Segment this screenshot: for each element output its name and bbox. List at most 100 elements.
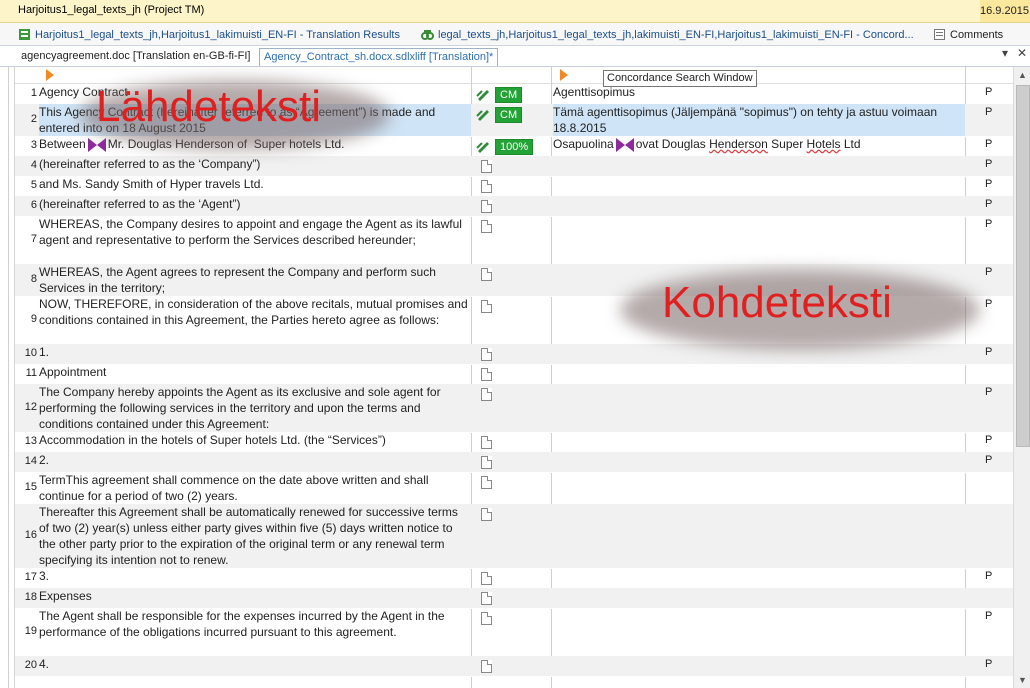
tag-close-icon [624, 137, 634, 152]
comments-icon [934, 29, 945, 40]
untranslated-document-icon [481, 300, 492, 313]
target-cell[interactable] [553, 504, 965, 568]
target-cell[interactable]: Agenttisopimus [553, 84, 965, 104]
source-cell[interactable]: TermThis agreement shall commence on the… [39, 472, 471, 504]
segment-row[interactable]: 14 2. P [15, 452, 1013, 473]
status-cell [473, 384, 551, 432]
target-cell[interactable]: Osapuolina ovat Douglas Henderson Super H… [553, 136, 965, 156]
source-cell[interactable]: WHEREAS, the Company desires to appoint … [39, 216, 471, 264]
source-cell[interactable]: The Agent shall be responsible for the e… [39, 608, 471, 656]
target-cell[interactable] [553, 568, 965, 588]
status-cell: CM [473, 104, 551, 136]
window-title: Harjoitus1_legal_texts_jh (Project TM) [18, 4, 205, 16]
doc-tab-agency-contract[interactable]: Agency_Contract_sh.docx.sdlxliff [Transl… [259, 48, 499, 66]
source-cell[interactable]: 2. [39, 452, 471, 472]
target-cell[interactable] [553, 452, 965, 472]
view-tab-bar: Harjoitus1_legal_texts_jh,Harjoitus1_lak… [0, 23, 1030, 46]
target-text: Ltd [840, 137, 861, 151]
status-cell: CM [473, 84, 551, 104]
untranslated-document-icon [481, 160, 492, 173]
segment-lock-status: P [985, 106, 993, 118]
tab-list-dropdown-icon[interactable]: ▾ [1002, 46, 1008, 60]
tag-open-icon [87, 137, 97, 152]
segment-row[interactable]: 19 The Agent shall be responsible for the… [15, 608, 1013, 657]
target-cell[interactable] [553, 216, 965, 264]
target-cell[interactable] [553, 196, 965, 216]
segment-row[interactable]: 20 4. P [15, 656, 1013, 677]
match-status-badge: CM [495, 107, 523, 123]
source-cell[interactable]: The Company hereby appoints the Agent as… [39, 384, 471, 432]
tab-concordance[interactable]: legal_texts_jh,Harjoitus1_legal_texts_jh… [421, 26, 927, 43]
tab-comments[interactable]: Comments [933, 26, 1013, 43]
target-cell[interactable] [553, 588, 965, 608]
segment-row[interactable]: 15 TermThis agreement shall commence on t… [15, 472, 1013, 505]
segment-row[interactable]: 16 Thereafter this Agreement shall be aut… [15, 504, 1013, 569]
left-panel-edge [0, 67, 14, 688]
status-cell [473, 452, 551, 472]
segment-lock-status: P [985, 570, 993, 582]
target-cell[interactable]: Tämä agenttisopimus (Jäljempänä "sopimus… [553, 104, 965, 136]
source-cell[interactable]: (hereinafter referred to as the ‘Agent”) [39, 196, 471, 216]
target-cell[interactable] [553, 384, 965, 432]
source-cell[interactable]: 1. [39, 344, 471, 364]
scroll-down-icon[interactable]: ▼ [1014, 672, 1030, 688]
segment-lock-status: P [985, 158, 993, 170]
target-cell[interactable] [553, 432, 965, 452]
target-cell[interactable] [553, 608, 965, 656]
source-cell[interactable]: NOW, THEREFORE, in consideration of the … [39, 296, 471, 344]
match-status-badge: CM [495, 87, 523, 103]
target-cell[interactable] [553, 472, 965, 504]
untranslated-document-icon [481, 592, 492, 605]
target-column-marker-icon [560, 69, 568, 81]
segment-row[interactable]: 7 WHEREAS, the Company desires to appoint… [15, 216, 1013, 265]
source-cell[interactable]: Thereafter this Agreement shall be autom… [39, 504, 471, 568]
segment-row[interactable]: 12 The Company hereby appoints the Agent … [15, 384, 1013, 433]
target-text: ovat Douglas [635, 137, 710, 151]
segment-row[interactable]: 13 Accommodation in the hotels of Super h… [15, 432, 1013, 453]
segment-row[interactable]: 4 (hereinafter referred to as the ‘Compan… [15, 156, 1013, 177]
scroll-thumb[interactable] [1016, 85, 1030, 447]
untranslated-document-icon [481, 572, 492, 585]
translation-results-icon [19, 29, 30, 40]
tab-concordance-label: legal_texts_jh,Harjoitus1_legal_texts_jh… [438, 28, 914, 41]
doc-tab-agencyagreement[interactable]: agencyagreement.doc [Translation en-GB-f… [17, 48, 254, 65]
segment-lock-status: P [985, 218, 993, 230]
concordance-icon [421, 30, 434, 40]
target-cell[interactable] [553, 364, 965, 384]
source-cell[interactable]: Expenses [39, 588, 471, 608]
source-cell[interactable]: 4. [39, 656, 471, 676]
source-cell[interactable]: (hereinafter referred to as the ‘Company… [39, 156, 471, 176]
target-cell[interactable] [553, 656, 965, 676]
untranslated-document-icon [481, 508, 492, 521]
segment-row[interactable]: 18 Expenses [15, 588, 1013, 609]
segment-row[interactable]: 17 3. P [15, 568, 1013, 589]
segment-row[interactable]: 5 and Ms. Sandy Smith of Hyper travels Lt… [15, 176, 1013, 197]
tab-translation-results[interactable]: Harjoitus1_legal_texts_jh,Harjoitus1_lak… [18, 26, 416, 43]
scroll-up-icon[interactable]: ▲ [1014, 67, 1030, 83]
untranslated-document-icon [481, 200, 492, 213]
untranslated-document-icon [481, 268, 492, 281]
segment-row[interactable]: 11 Appointment [15, 364, 1013, 385]
editor-grid[interactable]: 1Agency ContractCMAgenttisopimusP2This A… [14, 67, 1013, 688]
segment-lock-status: P [985, 658, 993, 670]
source-cell[interactable]: Accommodation in the hotels of Super hot… [39, 432, 471, 452]
segment-lock-status: P [985, 178, 993, 190]
target-cell[interactable] [553, 176, 965, 196]
translated-pencil-icon [476, 142, 489, 153]
segment-lock-status: P [985, 610, 993, 622]
source-cell[interactable]: WHEREAS, the Agent agrees to represent t… [39, 264, 471, 296]
target-text: Super [767, 137, 807, 151]
segment-number: 12 [24, 401, 37, 413]
close-tab-icon[interactable]: ✕ [1017, 46, 1027, 60]
untranslated-document-icon [481, 180, 492, 193]
document-tab-bar: agencyagreement.doc [Translation en-GB-f… [0, 46, 1030, 67]
status-cell [473, 196, 551, 216]
vertical-scrollbar[interactable]: ▲ ▼ [1013, 67, 1030, 688]
segment-lock-status: P [985, 346, 993, 358]
segment-number: 15 [24, 481, 37, 493]
source-cell[interactable]: and Ms. Sandy Smith of Hyper travels Ltd… [39, 176, 471, 196]
target-cell[interactable] [553, 156, 965, 176]
source-cell[interactable]: 3. [39, 568, 471, 588]
segment-row[interactable]: 6 (hereinafter referred to as the ‘Agent”… [15, 196, 1013, 217]
source-cell[interactable]: Appointment [39, 364, 471, 384]
